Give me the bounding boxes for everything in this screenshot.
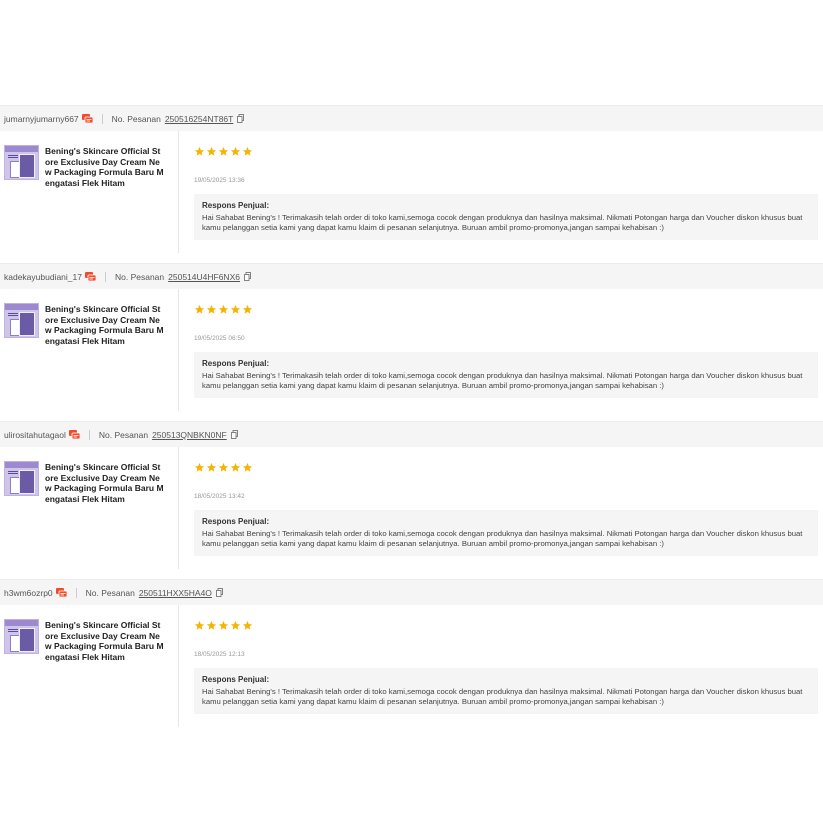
order-number-link[interactable]: 250514U4HF6NX6 — [168, 272, 240, 282]
star-icon — [230, 462, 241, 472]
response-title: Respons Penjual: — [202, 675, 270, 684]
seller-response: Respons Penjual: Hai Sahabat Bening's ! … — [194, 194, 818, 240]
product-thumbnail[interactable] — [4, 145, 39, 180]
order-label: No. Pesanan — [85, 587, 135, 598]
star-rating — [194, 620, 253, 632]
review-card: h3wm6ozrp0 No. Pesanan 250511HXX5HA4O Be… — [0, 579, 823, 727]
star-icon — [206, 620, 217, 630]
order-number-link[interactable]: 250516254NT86T — [165, 114, 234, 124]
response-text: Hai Sahabat Bening's ! Terimakasih telah… — [202, 529, 803, 549]
seller-response: Respons Penjual: Hai Sahabat Bening's ! … — [194, 668, 818, 714]
copy-icon[interactable] — [244, 272, 251, 281]
copy-icon[interactable] — [237, 114, 245, 123]
star-icon — [194, 620, 205, 630]
star-icon — [230, 146, 241, 156]
chat-icon[interactable] — [84, 272, 96, 281]
star-icon — [194, 462, 205, 472]
copy-icon[interactable] — [230, 430, 238, 439]
star-icon — [230, 620, 241, 630]
star-rating — [194, 304, 253, 316]
star-icon — [206, 462, 217, 472]
order-number-link[interactable]: 250513QNBKN0NF — [152, 430, 227, 440]
review-header: kadekayubudiani_17 No. Pesanan 250514U4H… — [0, 263, 823, 289]
product-name[interactable]: Bening's Skincare Official Store Exclusi… — [45, 146, 165, 189]
chat-icon[interactable] — [55, 588, 67, 597]
buyer-username[interactable]: ulirositahutagaol — [4, 430, 66, 440]
star-icon — [218, 304, 229, 314]
star-icon — [242, 304, 253, 314]
review-date: 19/05/2025 13:36 — [194, 177, 245, 184]
product-column: Bening's Skincare Official Store Exclusi… — [0, 131, 179, 253]
star-icon — [218, 462, 229, 472]
review-header: h3wm6ozrp0 No. Pesanan 250511HXX5HA4O — [0, 579, 823, 605]
divider — [104, 271, 106, 282]
review-content: 19/05/2025 13:36 Respons Penjual: Hai Sa… — [194, 131, 818, 253]
review-card: kadekayubudiani_17 No. Pesanan 250514U4H… — [0, 263, 823, 411]
product-thumbnail[interactable] — [4, 619, 39, 654]
review-body: Bening's Skincare Official Store Exclusi… — [0, 605, 823, 727]
order-number-link[interactable]: 250511HXX5HA4O — [139, 588, 212, 598]
star-icon — [206, 146, 217, 156]
product-column: Bening's Skincare Official Store Exclusi… — [0, 289, 179, 411]
order-label: No. Pesanan — [98, 429, 149, 440]
star-icon — [194, 304, 205, 314]
review-card: ulirositahutagaol No. Pesanan 250513QNBK… — [0, 421, 823, 569]
divider — [75, 587, 77, 598]
star-icon — [218, 620, 229, 630]
review-header: ulirositahutagaol No. Pesanan 250513QNBK… — [0, 421, 823, 447]
star-icon — [242, 146, 253, 156]
response-text: Hai Sahabat Bening's ! Terimakasih telah… — [202, 687, 803, 707]
review-card: jumarnyjumarny667 No. Pesanan 250516254N… — [0, 105, 823, 253]
response-text: Hai Sahabat Bening's ! Terimakasih telah… — [202, 213, 803, 233]
divider — [101, 113, 103, 124]
response-title: Respons Penjual: — [202, 201, 270, 210]
seller-response: Respons Penjual: Hai Sahabat Bening's ! … — [194, 510, 818, 556]
star-rating — [194, 146, 253, 158]
review-body: Bening's Skincare Official Store Exclusi… — [0, 447, 823, 569]
star-rating — [194, 462, 253, 474]
seller-response: Respons Penjual: Hai Sahabat Bening's ! … — [194, 352, 818, 398]
review-body: Bening's Skincare Official Store Exclusi… — [0, 289, 823, 411]
copy-icon[interactable] — [215, 588, 223, 597]
review-date: 18/05/2025 13:42 — [194, 493, 245, 500]
product-name[interactable]: Bening's Skincare Official Store Exclusi… — [45, 620, 165, 663]
review-header: jumarnyjumarny667 No. Pesanan 250516254N… — [0, 105, 823, 131]
review-date: 18/05/2025 12:13 — [194, 651, 245, 658]
order-label: No. Pesanan — [114, 271, 165, 282]
product-column: Bening's Skincare Official Store Exclusi… — [0, 447, 179, 569]
order-label: No. Pesanan — [111, 113, 161, 124]
product-name[interactable]: Bening's Skincare Official Store Exclusi… — [45, 304, 165, 347]
star-icon — [230, 304, 241, 314]
buyer-username[interactable]: kadekayubudiani_17 — [4, 272, 82, 282]
product-thumbnail[interactable] — [4, 303, 39, 338]
product-name[interactable]: Bening's Skincare Official Store Exclusi… — [45, 462, 165, 505]
product-thumbnail[interactable] — [4, 461, 39, 496]
star-icon — [194, 146, 205, 156]
response-text: Hai Sahabat Bening's ! Terimakasih telah… — [202, 371, 803, 391]
star-icon — [242, 462, 253, 472]
buyer-username[interactable]: jumarnyjumarny667 — [4, 114, 79, 124]
chat-icon[interactable] — [81, 114, 93, 123]
review-date: 19/05/2025 06:50 — [194, 335, 245, 342]
chat-icon[interactable] — [68, 430, 80, 439]
review-content: 18/05/2025 13:42 Respons Penjual: Hai Sa… — [194, 447, 818, 569]
buyer-username[interactable]: h3wm6ozrp0 — [4, 588, 53, 598]
response-title: Respons Penjual: — [202, 359, 270, 368]
response-title: Respons Penjual: — [202, 517, 270, 526]
review-body: Bening's Skincare Official Store Exclusi… — [0, 131, 823, 253]
star-icon — [218, 146, 229, 156]
divider — [88, 429, 90, 440]
review-content: 19/05/2025 06:50 Respons Penjual: Hai Sa… — [194, 289, 818, 411]
product-column: Bening's Skincare Official Store Exclusi… — [0, 605, 179, 727]
review-content: 18/05/2025 12:13 Respons Penjual: Hai Sa… — [194, 605, 818, 727]
star-icon — [242, 620, 253, 630]
star-icon — [206, 304, 217, 314]
